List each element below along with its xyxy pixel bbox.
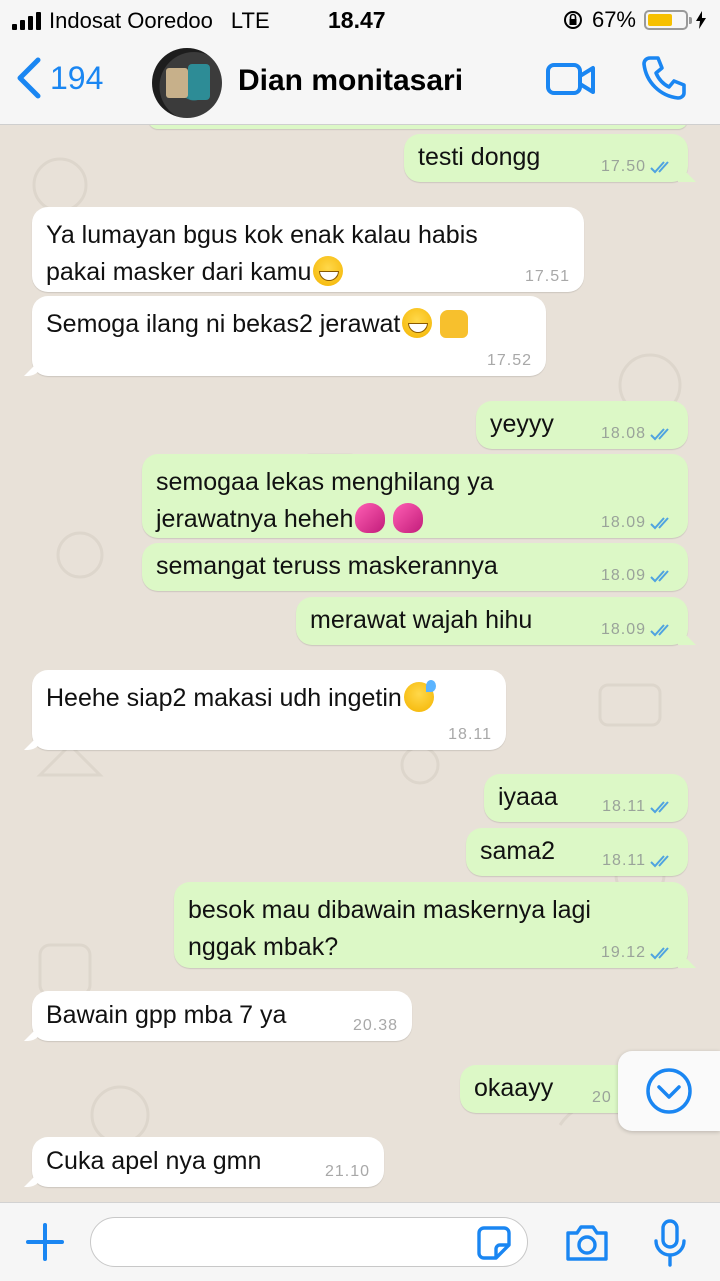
scroll-down-icon [646, 1068, 692, 1114]
message-time: 18.09 [600, 567, 646, 584]
read-receipt-icon [650, 624, 669, 637]
message-bubble[interactable]: Bawain gpp mba 7 ya 20.38 [32, 991, 412, 1041]
composer-bar [0, 1202, 720, 1281]
video-call-icon[interactable] [546, 62, 596, 98]
sparkling-heart-emoji-icon [355, 503, 386, 533]
message-bubble[interactable]: testi dongg 17.50 [404, 134, 688, 182]
sparkling-heart-emoji-icon [393, 503, 424, 533]
message-text: Heehe siap2 makasi udh ingetin [46, 684, 402, 712]
message-time: 17.52 [486, 352, 532, 369]
orientation-lock-icon [563, 11, 582, 29]
scroll-to-bottom-button[interactable] [618, 1051, 720, 1131]
message-time: 17.50 [600, 158, 646, 175]
message-text: testi dongg [418, 143, 541, 171]
message-text: iyaaa [498, 783, 558, 811]
read-receipt-icon [650, 855, 669, 868]
message-bubble[interactable]: Semoga ilang ni bekas2 jerawat 17.52 [32, 296, 546, 376]
signal-icon [12, 12, 41, 30]
microphone-icon[interactable] [652, 1219, 688, 1267]
battery-percent: 67% [591, 7, 636, 32]
message-bubble[interactable]: Ya lumayan bgus kok enak kalau habis pak… [32, 207, 584, 292]
message-text: Ya lumayan bgus kok enak kalau habis [46, 221, 478, 249]
message-time: 21.10 [324, 1163, 370, 1180]
back-count: 194 [50, 59, 104, 96]
message-text: semogaa lekas menghilang ya [156, 468, 494, 496]
message-text: Cuka apel nya gmn [46, 1147, 262, 1175]
message-bubble[interactable]: sama2 18.11 [466, 828, 688, 876]
message-time: 18.11 [448, 726, 492, 743]
message-time: 20.38 [352, 1017, 398, 1034]
message-text: Bawain gpp mba 7 ya [46, 1001, 287, 1029]
back-chevron-icon [17, 57, 41, 99]
message-bubble[interactable]: besok mau dibawain maskernya lagi nggak … [174, 882, 688, 968]
read-receipt-icon [650, 801, 669, 814]
carrier-name: Indosat Ooredoo [49, 8, 213, 33]
sticker-icon[interactable] [476, 1225, 512, 1261]
status-bar: Indosat Ooredoo LTE 18.47 67% [0, 0, 720, 40]
message-list[interactable]: testi dongg 17.50 Ya lumayan bgus kok en… [0, 125, 720, 1202]
message-text: okaayy [474, 1074, 554, 1102]
message-time: 17.51 [524, 268, 570, 285]
network-type: LTE [230, 8, 270, 33]
message-bubble[interactable]: iyaaa 18.11 [484, 774, 688, 822]
message-time: 18.11 [602, 798, 646, 815]
add-icon[interactable] [24, 1221, 66, 1263]
thumbs-up-emoji-icon [440, 310, 469, 338]
message-text-line2: pakai masker dari kamu [46, 258, 312, 286]
grinning-emoji-icon [313, 256, 344, 286]
message-text: besok mau dibawain maskernya lagi [188, 896, 591, 924]
message-time: 18.09 [600, 514, 646, 531]
message-time: 18.09 [600, 621, 646, 638]
message-time: 19.12 [600, 944, 646, 961]
battery-icon [644, 10, 692, 30]
message-text-line2: jerawatnya heheh [156, 505, 354, 533]
message-time: 18.08 [600, 425, 646, 442]
read-receipt-icon [650, 161, 669, 174]
status-time: 18.47 [328, 7, 386, 33]
message-bubble[interactable]: semangat teruss maskerannya 18.09 [142, 543, 688, 591]
grinning-sweat-emoji-icon [403, 680, 436, 712]
message-bubble[interactable]: Heehe siap2 makasi udh ingetin 18.11 [32, 670, 506, 750]
grinning-emoji-icon [402, 308, 433, 338]
message-text: Semoga ilang ni bekas2 jerawat [46, 310, 401, 338]
message-text: yeyyy [490, 410, 554, 438]
chat-header: 194 Dian monitasari [0, 40, 720, 125]
camera-icon[interactable] [564, 1223, 610, 1263]
message-time: 20 [592, 1089, 612, 1106]
charging-bolt-icon [696, 11, 706, 29]
read-receipt-icon [650, 947, 669, 960]
message-input[interactable] [90, 1217, 528, 1267]
back-button[interactable]: 194 [14, 56, 103, 100]
message-bubble[interactable]: Cuka apel nya gmn 21.10 [32, 1137, 384, 1187]
message-bubble[interactable]: semogaa lekas menghilang ya jerawatnya h… [142, 454, 688, 538]
phone-call-icon[interactable] [640, 54, 688, 102]
contact-avatar[interactable] [152, 48, 222, 118]
read-receipt-icon [650, 428, 669, 441]
message-text: sama2 [480, 837, 556, 865]
read-receipt-icon [650, 517, 669, 530]
message-time: 18.11 [602, 852, 646, 869]
read-receipt-icon [650, 570, 669, 583]
contact-name[interactable]: Dian monitasari [238, 64, 463, 98]
message-bubble[interactable]: merawat wajah hihu 18.09 [296, 597, 688, 645]
message-text: semangat teruss maskerannya [156, 552, 498, 580]
message-bubble[interactable]: yeyyy 18.08 [476, 401, 688, 449]
message-text: merawat wajah hihu [310, 606, 533, 634]
message-bubble-partial [148, 125, 688, 129]
